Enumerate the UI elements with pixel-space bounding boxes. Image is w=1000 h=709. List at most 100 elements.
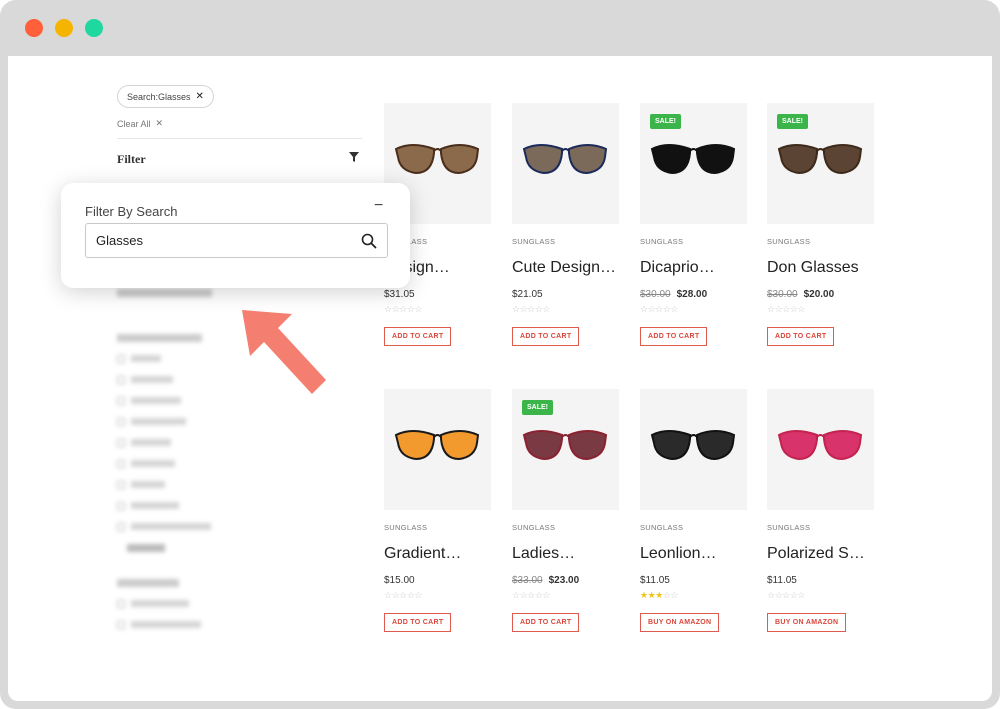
product-name[interactable]: Polarized S… [767, 545, 875, 563]
add-to-cart-button[interactable]: ADD TO CART [512, 327, 580, 346]
product-price: $30.00 $20.00 [767, 289, 875, 300]
sale-badge: SALE! [522, 400, 553, 415]
star-icon: ☆ [384, 304, 392, 314]
product-card[interactable]: SALE! SUNGLASS Dicaprio… $30.00 $28.00 ☆… [640, 103, 748, 346]
product-category: SUNGLASS [512, 523, 556, 532]
product-category: SUNGLASS [512, 237, 556, 246]
search-input-value: Glasses [96, 233, 143, 248]
star-icon: ☆ [542, 304, 550, 314]
minimize-window-dot[interactable] [55, 19, 73, 37]
add-to-cart-button[interactable]: ADD TO CART [640, 327, 708, 346]
title-bar [0, 0, 1000, 56]
add-to-cart-button[interactable]: ADD TO CART [512, 613, 580, 632]
sunglasses-icon [650, 430, 736, 461]
buy-on-amazon-button[interactable]: BUY ON AMAZON [640, 613, 720, 632]
product-category: SUNGLASS [767, 523, 811, 532]
product-card[interactable]: SALE! SUNGLASS Ladies… $33.00 $23.00 ☆ ☆ ☆… [512, 389, 620, 632]
collapse-minus-icon[interactable]: − [374, 197, 383, 215]
current-price: $15.00 [384, 575, 415, 586]
star-icon: ★ [640, 590, 648, 600]
product-card[interactable]: SUNGLASS Gradient… $15.00 ☆☆☆☆☆ ADD TO C… [384, 389, 492, 632]
product-price: $11.05 [640, 575, 748, 586]
sunglasses-icon [777, 430, 863, 461]
buy-on-amazon-button[interactable]: BUY ON AMAZON [767, 613, 847, 632]
sunglasses-icon [394, 144, 480, 175]
product-price: $30.00 $28.00 [640, 289, 748, 300]
product-card[interactable]: SALE! SUNGLASS Don Glasses $30.00 $20.00… [767, 103, 875, 346]
product-image[interactable] [767, 389, 874, 510]
current-price: $11.05 [640, 575, 670, 586]
product-image[interactable] [512, 103, 619, 224]
product-category: SUNGLASS [384, 523, 428, 532]
product-category: SUNGLASS [640, 237, 684, 246]
product-name[interactable]: Gradient… [384, 545, 492, 563]
old-price: $33.00 [512, 575, 543, 586]
sunglasses-icon [522, 144, 608, 175]
sale-badge: SALE! [777, 114, 808, 129]
star-rating: ☆☆☆☆☆ [384, 304, 492, 315]
product-image[interactable]: SALE! [512, 389, 619, 510]
active-filter-chip[interactable]: Search:Glasses ✕ [117, 85, 214, 108]
star-icon: ☆ [670, 590, 678, 600]
sale-badge: SALE! [650, 114, 681, 129]
product-image[interactable] [384, 389, 491, 510]
product-name[interactable]: Leonlion… [640, 545, 748, 563]
close-window-dot[interactable] [25, 19, 43, 37]
old-price: $30.00 [767, 289, 798, 300]
product-image[interactable]: SALE! [767, 103, 874, 224]
star-icon: ☆ [399, 304, 407, 314]
current-price: $23.00 [548, 575, 580, 586]
clear-all-x-icon: ✕ [155, 118, 164, 128]
star-icon: ☆ [414, 590, 422, 600]
current-price: $21.05 [512, 289, 543, 300]
product-category: SUNGLASS [640, 523, 684, 532]
product-name[interactable]: Dicaprio… [640, 259, 748, 277]
product-price: $33.00 $23.00 [512, 575, 620, 586]
product-image[interactable]: SALE! [640, 103, 747, 224]
star-icon: ☆ [542, 590, 550, 600]
product-card[interactable]: SUNGLASS Polarized S… $11.05 ☆☆☆☆☆ BUY O… [767, 389, 875, 632]
active-filter-label: Search:Glasses [127, 91, 191, 102]
star-icon: ☆ [782, 304, 790, 314]
sunglasses-icon [394, 430, 480, 461]
star-icon: ☆ [797, 304, 805, 314]
star-icon: ☆ [670, 304, 678, 314]
star-icon: ☆ [527, 304, 535, 314]
product-name[interactable]: Don Glasses [767, 259, 875, 277]
star-rating: ☆☆☆☆☆ [767, 304, 875, 315]
pointer-arrow-icon [242, 310, 326, 394]
product-name[interactable]: Ladies… [512, 545, 620, 563]
funnel-icon[interactable] [348, 151, 360, 163]
old-price: $30.00 [640, 289, 671, 300]
product-price: $21.05 [512, 289, 620, 300]
maximize-window-dot[interactable] [85, 19, 103, 37]
product-card[interactable]: SUNGLASS Leonlion… $11.05 ★★★☆☆ BUY ON A… [640, 389, 748, 632]
star-rating: ☆☆☆☆☆ [384, 590, 492, 601]
search-input[interactable]: Glasses [85, 223, 388, 258]
page-content: Search:Glasses ✕ Clear All ✕ Filter Desi… [8, 56, 992, 701]
star-icon: ☆ [797, 590, 805, 600]
add-to-cart-button[interactable]: ADD TO CART [384, 613, 452, 632]
clear-all-link[interactable]: Clear All ✕ [117, 118, 163, 129]
star-icon: ☆ [527, 590, 535, 600]
sunglasses-icon [650, 144, 736, 175]
current-price: $31.05 [384, 289, 415, 300]
product-card[interactable]: SUNGLASS Cute Design… $21.05 ☆☆☆☆☆ ADD T… [512, 103, 620, 346]
clear-all-label: Clear All [117, 118, 151, 129]
remove-filter-icon[interactable]: ✕ [196, 91, 204, 102]
sunglasses-icon [777, 144, 863, 175]
star-rating: ☆☆☆☆☆ [512, 304, 620, 315]
search-icon[interactable] [361, 233, 377, 249]
star-rating: ☆☆☆☆☆ [767, 590, 875, 601]
current-price: $11.05 [767, 575, 797, 586]
star-icon: ☆ [384, 590, 392, 600]
star-icon: ☆ [512, 304, 520, 314]
current-price: $20.00 [803, 289, 835, 300]
product-name[interactable]: Cute Design… [512, 259, 620, 277]
filter-by-search-label: Filter By Search [85, 204, 178, 219]
product-price: $11.05 [767, 575, 875, 586]
add-to-cart-button[interactable]: ADD TO CART [767, 327, 835, 346]
product-price: $15.00 [384, 575, 492, 586]
product-image[interactable] [640, 389, 747, 510]
add-to-cart-button[interactable]: ADD TO CART [384, 327, 452, 346]
